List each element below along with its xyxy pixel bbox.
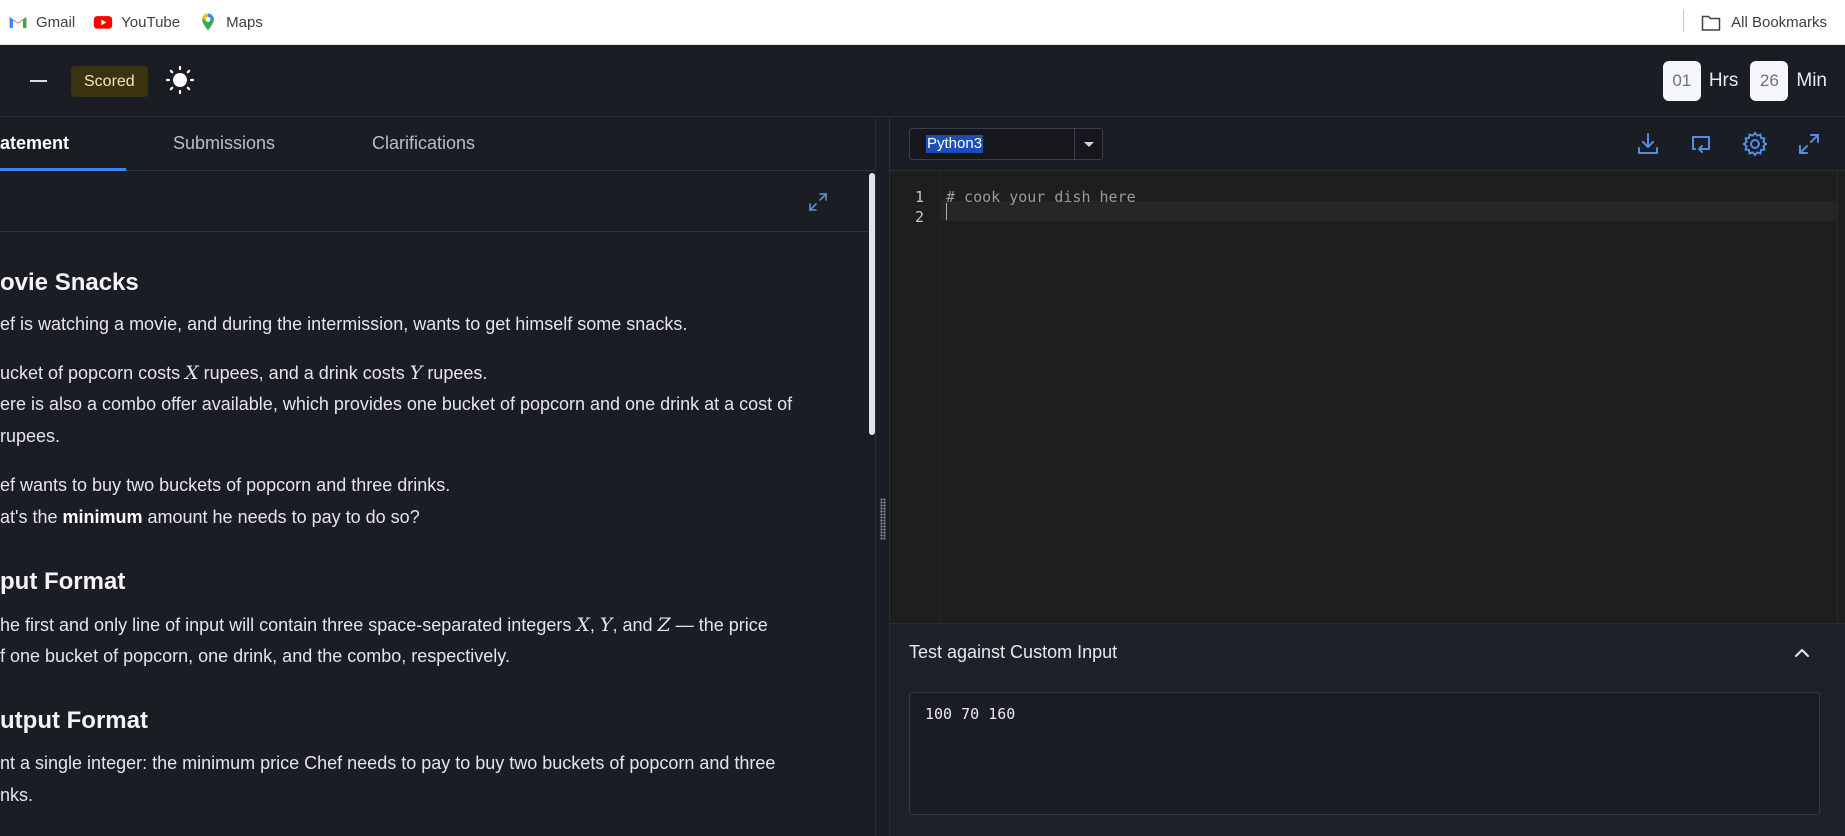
bookmark-label: YouTube: [121, 13, 181, 31]
download-icon[interactable]: [1634, 130, 1662, 158]
editor-pane: Python3 1 2 # cook your dish here Test a…: [890, 118, 1845, 836]
input-format-paragraph: he first and only line of input will con…: [0, 614, 768, 636]
all-bookmarks-button[interactable]: All Bookmarks: [1701, 0, 1827, 45]
chevron-up-icon[interactable]: [1791, 642, 1813, 664]
timer-minutes: 26: [1750, 61, 1789, 101]
bookmark-label: Gmail: [36, 13, 76, 31]
reset-code-icon[interactable]: [1687, 130, 1715, 158]
code-editor[interactable]: 1 2 # cook your dish here: [890, 171, 1845, 623]
statement-paragraph: rupees.: [0, 426, 61, 446]
statement-paragraph: ef is watching a movie, and during the i…: [0, 314, 688, 334]
gmail-icon: [9, 17, 27, 28]
timer-hours: 01: [1662, 61, 1701, 101]
editor-toolbar: Python3: [890, 118, 1845, 171]
timer-minutes-label: Min: [1796, 70, 1827, 91]
chevron-down-icon[interactable]: [1074, 129, 1102, 159]
code-line[interactable]: # cook your dish here: [946, 188, 1136, 206]
text-cursor: [946, 203, 947, 220]
drag-grip-icon[interactable]: [880, 498, 886, 540]
statement-paragraph: ere is also a combo offer available, whi…: [0, 394, 793, 414]
statement-toolbar: [0, 171, 875, 232]
line-number: 1: [915, 188, 925, 206]
input-format-paragraph: f one bucket of popcorn, one drink, and …: [0, 646, 510, 666]
output-format-heading: utput Format: [0, 707, 148, 734]
statement-paragraph: ucket of popcorn costs X rupees, and a d…: [0, 362, 488, 384]
all-bookmarks-label: All Bookmarks: [1731, 14, 1827, 31]
custom-input-panel: Test against Custom Input 100 70 160: [890, 623, 1845, 836]
bookmark-gmail[interactable]: Gmail: [8, 12, 75, 32]
bookmark-maps[interactable]: Maps: [198, 12, 263, 32]
statement-paragraph: ef wants to buy two buckets of popcorn a…: [0, 475, 451, 495]
problem-tabs: atement Submissions Clarifications: [0, 118, 875, 171]
output-format-paragraph: nks.: [0, 785, 34, 805]
bookmark-youtube[interactable]: YouTube: [93, 12, 180, 32]
tab-clarifications[interactable]: Clarifications: [372, 118, 475, 171]
maps-icon: [202, 13, 214, 31]
custom-input-title: Test against Custom Input: [909, 642, 1118, 662]
line-number: 2: [915, 208, 925, 226]
math-y: Y: [409, 362, 423, 384]
settings-gear-icon[interactable]: [1741, 130, 1769, 158]
theme-toggle-sun-icon[interactable]: [165, 65, 195, 95]
pane-resize-handle[interactable]: [875, 118, 890, 836]
tab-statement[interactable]: atement: [0, 118, 126, 171]
scored-badge: Scored: [71, 66, 148, 97]
countdown-timer: 01 Hrs 26 Min: [1662, 61, 1831, 101]
editor-scrollbar[interactable]: [1837, 171, 1845, 623]
emphasis-minimum: minimum: [62, 507, 143, 527]
youtube-icon: [94, 16, 113, 29]
expand-icon[interactable]: [805, 189, 831, 215]
timer-hours-label: Hrs: [1708, 70, 1739, 91]
bookmarks-bar: Gmail YouTube Maps All Bookmarks: [0, 0, 1845, 45]
minimize-icon[interactable]: [30, 80, 47, 82]
tab-submissions[interactable]: Submissions: [173, 118, 275, 171]
problem-title: ovie Snacks: [0, 269, 139, 296]
line-number-gutter: 1 2: [890, 171, 941, 623]
math-x: X: [185, 362, 199, 384]
problem-pane: atement Submissions Clarifications ovie …: [0, 118, 875, 836]
language-select[interactable]: Python3: [909, 128, 1103, 160]
language-value: Python3: [926, 135, 984, 153]
custom-input-field[interactable]: 100 70 160: [909, 692, 1820, 815]
bookmark-label: Maps: [226, 13, 263, 31]
statement-paragraph: at's the minimum amount he needs to pay …: [0, 507, 420, 527]
bookmarks-separator: [1683, 10, 1684, 32]
top-header: Scored 01 Hrs 26 Min: [0, 45, 1845, 117]
output-format-paragraph: nt a single integer: the minimum price C…: [0, 753, 776, 773]
fullscreen-icon[interactable]: [1795, 130, 1823, 158]
folder-icon: [1701, 15, 1721, 31]
input-format-heading: put Format: [0, 568, 126, 595]
